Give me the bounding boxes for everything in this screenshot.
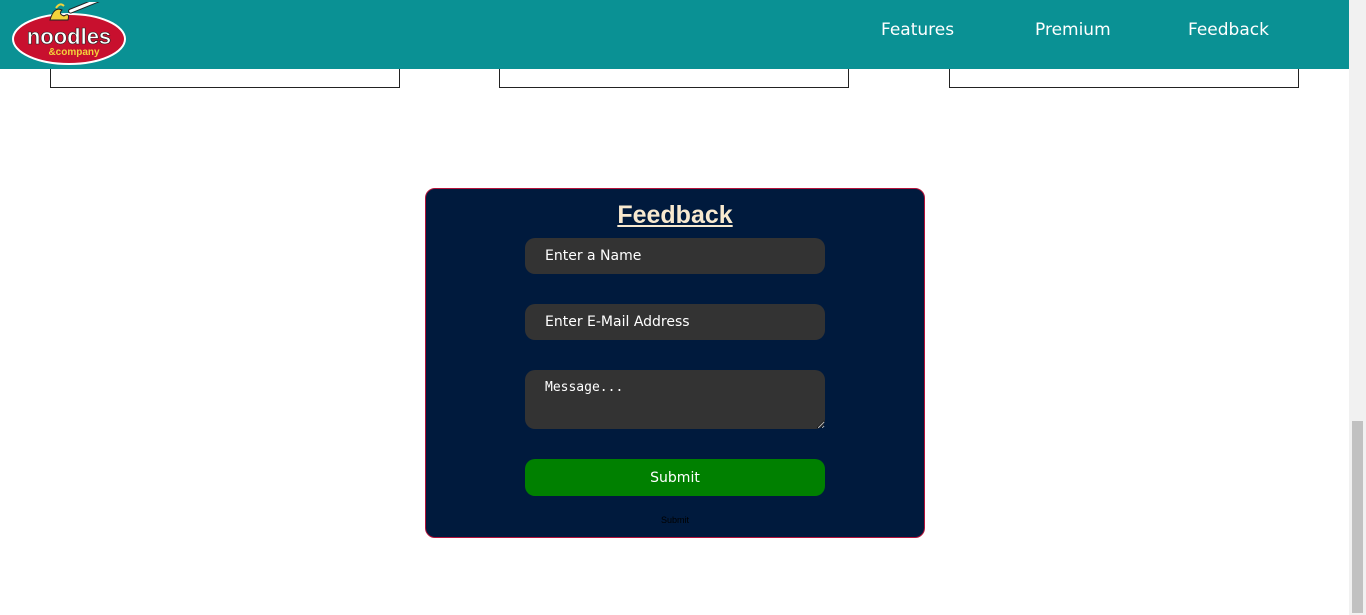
noodles-logo[interactable]: noodles &company [12, 2, 128, 66]
logo-subtext: &company [48, 47, 100, 58]
submit-button[interactable]: Submit [525, 459, 825, 496]
email-input[interactable] [525, 304, 825, 340]
page: noodles &company Features Premium Feedba… [0, 0, 1366, 615]
secondary-submit-label: Submit [660, 515, 689, 525]
scrollbar-thumb[interactable] [1352, 421, 1363, 613]
header-navbar: noodles &company Features Premium Feedba… [0, 0, 1349, 69]
name-input[interactable] [525, 238, 825, 274]
message-textarea[interactable] [525, 370, 825, 429]
vertical-scrollbar[interactable] [1349, 0, 1366, 615]
nav-link-premium[interactable]: Premium [1035, 20, 1111, 40]
nav-link-features[interactable]: Features [881, 20, 954, 40]
feedback-panel: Feedback Submit Submit [425, 188, 925, 538]
nav-link-feedback[interactable]: Feedback [1188, 20, 1269, 40]
feedback-title: Feedback [617, 201, 733, 229]
logo-text: noodles [27, 24, 111, 49]
